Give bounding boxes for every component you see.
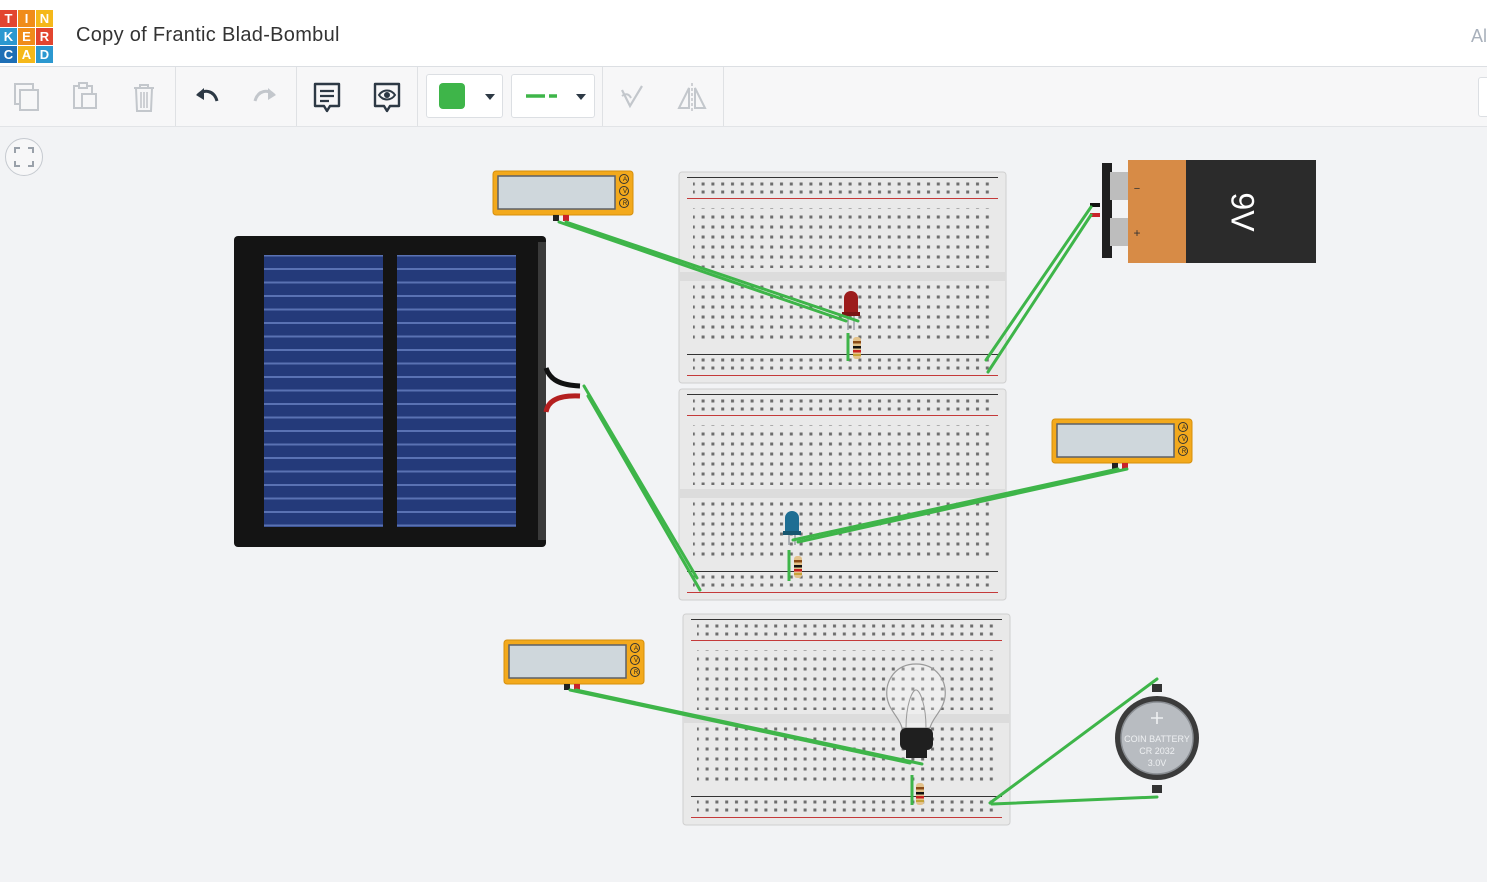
mode-label[interactable]: R [619,198,631,210]
eye-note-icon [373,82,401,112]
wires [557,205,1159,806]
rotate-icon [621,84,643,108]
toolbar-right-edge-control[interactable] [1478,77,1487,117]
led-blue [783,511,801,545]
battery-plus-label: + [1133,226,1140,240]
wire-color-picker[interactable] [426,74,503,118]
breadboard-1 [678,171,1007,384]
multimeter-3 [503,639,645,691]
battery-9v [1090,160,1316,263]
coin-battery [1115,684,1199,793]
wire-type-picker[interactable] [511,74,595,118]
copy-button[interactable] [4,67,48,126]
notes-button[interactable] [305,67,349,126]
logo-letter: N [36,10,53,27]
toolbar-divider [175,67,176,126]
logo-letter: T [0,10,17,27]
breadboard-3 [682,613,1011,826]
paste-button[interactable] [62,67,106,126]
delete-button[interactable] [122,67,166,126]
logo-letter: R [36,28,53,45]
multimeter-2-modes: A V R [1178,422,1190,458]
logo-letter: C [0,46,17,63]
mode-label[interactable]: V [1178,434,1190,446]
wire-type-icon [526,94,557,98]
coin-battery-label-3: 3.0V [1148,758,1167,768]
fullscreen-icon [14,147,34,167]
resistor-1 [853,337,861,359]
solar-panel [234,236,581,547]
mode-label[interactable]: V [619,186,631,198]
paste-icon [73,81,97,109]
design-title[interactable]: Copy of Frantic Blad-Bombul [76,24,340,47]
led-red [842,291,860,330]
color-swatch [439,83,465,109]
app-header: T I N K E R C A D Copy of Frantic Blad-B… [0,0,1487,67]
redo-button[interactable] [243,67,287,126]
mode-label[interactable]: R [1178,446,1190,458]
logo-letter: E [18,28,35,45]
mode-label[interactable]: V [630,655,642,667]
multimeter-3-modes: A V R [630,643,642,679]
multimeter-1-modes: A V R [619,174,631,210]
coin-battery-label-2: CR 2032 [1139,746,1175,756]
logo-letter: A [18,46,35,63]
mode-label[interactable]: A [630,643,642,655]
mode-label[interactable]: R [630,667,642,679]
chevron-down-icon [576,94,586,100]
note-icon [313,82,341,112]
copy-icon [14,82,39,111]
redo-icon [253,87,276,102]
flip-button[interactable] [670,67,714,126]
rotate-button[interactable] [609,67,653,126]
header-right-text[interactable]: Al [1471,26,1487,47]
fit-view-button[interactable] [5,138,43,176]
toolbar-divider [296,67,297,126]
notes-visibility-button[interactable] [365,67,409,126]
breadboard-2 [678,388,1007,601]
circuit-canvas: − + 9V COIN BATTERY CR 2032 3.0V [234,160,1316,826]
mode-label[interactable]: A [1178,422,1190,434]
undo-icon [196,87,219,102]
trash-icon [134,83,154,112]
battery-minus-label: − [1134,183,1140,195]
logo-letter: I [18,10,35,27]
multimeter-2 [1051,418,1193,470]
toolbar-divider [723,67,724,126]
logo-letter: D [36,46,53,63]
toolbar-divider [417,67,418,126]
resistor-3 [916,783,924,805]
coin-battery-label-1: COIN BATTERY [1124,734,1190,744]
light-bulb [886,663,946,758]
toolbar [0,67,1487,127]
undo-button[interactable] [185,67,229,126]
tinkercad-logo[interactable]: T I N K E R C A D [0,10,54,64]
mode-label[interactable]: A [619,174,631,186]
flip-icon [677,82,707,111]
chevron-down-icon [485,94,495,100]
multimeter-1 [492,170,634,222]
toolbar-divider [602,67,603,126]
logo-letter: K [0,28,17,45]
battery-voltage-label: 9V [1225,192,1261,232]
resistor-2 [794,556,802,578]
